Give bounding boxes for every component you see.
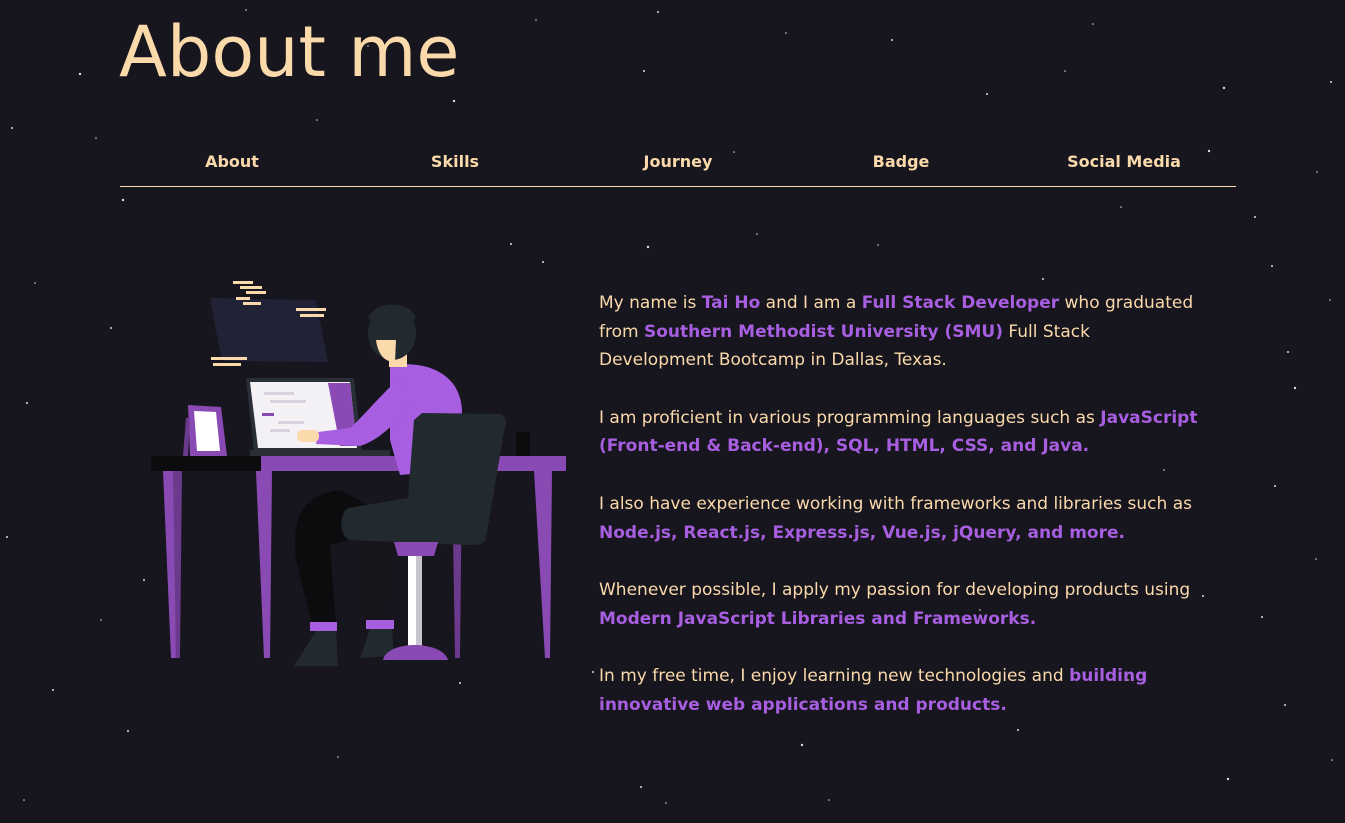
mug	[516, 432, 530, 456]
bio-text: and I am a	[760, 293, 862, 313]
nav-item-social-media[interactable]: Social Media	[1067, 152, 1181, 171]
desk	[151, 456, 566, 658]
bio-text: I also have experience working with fram…	[599, 493, 1192, 514]
bio-highlight-role: Full Stack Developer	[861, 293, 1060, 313]
nav-item-about[interactable]: About	[205, 152, 259, 171]
page-title: About me	[119, 11, 460, 93]
developer-at-desk-illustration	[151, 281, 566, 666]
photo-frame	[183, 405, 227, 456]
bio-text: My name is	[599, 293, 702, 313]
bio-text: I am proficient in various programming l…	[599, 407, 1101, 428]
about-bio: My name is Tai Ho and I am a Full Stack …	[599, 289, 1209, 749]
nav-item-badge[interactable]: Badge	[873, 152, 930, 171]
nav-item-skills[interactable]: Skills	[431, 152, 479, 171]
bio-paragraph-intro: My name is Tai Ho and I am a Full Stack …	[599, 289, 1209, 375]
bio-highlight-name: Tai Ho	[701, 293, 761, 313]
bio-paragraph-free-time: In my free time, I enjoy learning new te…	[599, 662, 1209, 719]
nav-item-journey[interactable]: Journey	[644, 152, 713, 171]
bio-paragraph-languages: I am proficient in various programming l…	[599, 404, 1209, 461]
main-nav: About Skills Journey Badge Social Media	[120, 140, 1236, 187]
bio-text: Whenever possible, I apply my passion fo…	[599, 580, 1191, 601]
floating-code-window	[210, 281, 328, 366]
bio-highlight-school: Southern Methodist University (SMU)	[643, 321, 1003, 342]
bio-paragraph-frameworks: I also have experience working with fram…	[599, 490, 1209, 547]
bio-highlight-libraries: Modern JavaScript Libraries and Framewor…	[599, 608, 1037, 629]
bio-paragraph-passion: Whenever possible, I apply my passion fo…	[599, 576, 1209, 633]
bio-text: In my free time, I enjoy learning new te…	[599, 666, 1070, 687]
bio-highlight-frameworks: Node.js, React.js, Express.js, Vue.js, j…	[599, 522, 1125, 543]
